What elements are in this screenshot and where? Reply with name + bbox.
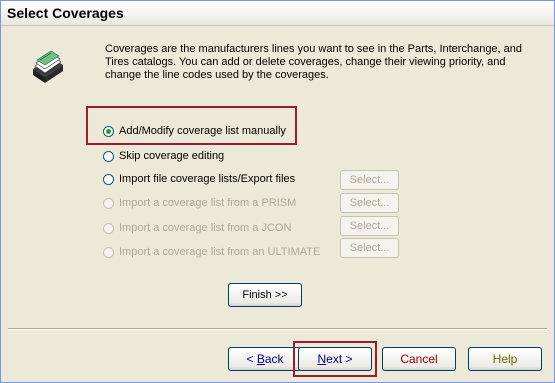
- back-prefix: <: [246, 352, 257, 366]
- card-file-icon: [33, 50, 63, 83]
- radio-import-file[interactable]: [103, 173, 114, 185]
- finish-button[interactable]: Finish >>: [228, 283, 302, 307]
- radio-skip-editing[interactable]: [103, 150, 114, 162]
- next-rest: ext >: [326, 352, 353, 366]
- radio-import-prism: [103, 197, 114, 209]
- footer-separator: [8, 328, 547, 330]
- back-hotkey: B: [256, 352, 265, 366]
- option-label: Import a coverage list from a PRISM: [119, 197, 297, 209]
- window-title: Select Coverages: [7, 5, 124, 21]
- next-button[interactable]: Next >: [298, 347, 372, 371]
- dialog-content: Coverages are the manufacturers lines yo…: [1, 26, 554, 382]
- option-import-prism: Import a coverage list from a PRISM: [103, 195, 296, 211]
- radio-add-modify[interactable]: [103, 125, 114, 137]
- option-import-jcon: Import a coverage list from a JCON: [103, 220, 291, 236]
- option-label: Import file coverage lists/Export files: [119, 173, 296, 185]
- radio-import-ultimate: [103, 246, 114, 258]
- select-coverages-window: Select Coverages Coverages are the manuf…: [0, 0, 555, 383]
- select-button-import-file[interactable]: Select...: [340, 170, 399, 190]
- option-label: Import a coverage list from an ULTIMATE: [119, 246, 321, 258]
- option-label: Import a coverage list from a JCON: [119, 222, 292, 234]
- title-bar: Select Coverages: [1, 1, 554, 26]
- back-button[interactable]: < Back: [228, 347, 302, 371]
- cancel-button[interactable]: Cancel: [382, 347, 456, 371]
- option-label: Add/Modify coverage list manually: [119, 125, 286, 137]
- option-import-file[interactable]: Import file coverage lists/Export files: [103, 171, 295, 187]
- option-skip-editing[interactable]: Skip coverage editing: [103, 148, 224, 164]
- intro-text: Coverages are the manufacturers lines yo…: [105, 43, 523, 81]
- back-rest: ack: [264, 352, 284, 366]
- select-button-ultimate: Select...: [340, 238, 399, 258]
- help-button[interactable]: Help: [468, 347, 542, 371]
- select-button-jcon: Select...: [340, 216, 399, 236]
- option-import-ultimate: Import a coverage list from an ULTIMATE: [103, 244, 320, 260]
- select-button-prism: Select...: [340, 193, 399, 213]
- option-label: Skip coverage editing: [119, 150, 225, 162]
- radio-import-jcon: [103, 222, 114, 234]
- option-add-modify[interactable]: Add/Modify coverage list manually: [103, 123, 286, 139]
- next-hotkey: N: [317, 352, 327, 366]
